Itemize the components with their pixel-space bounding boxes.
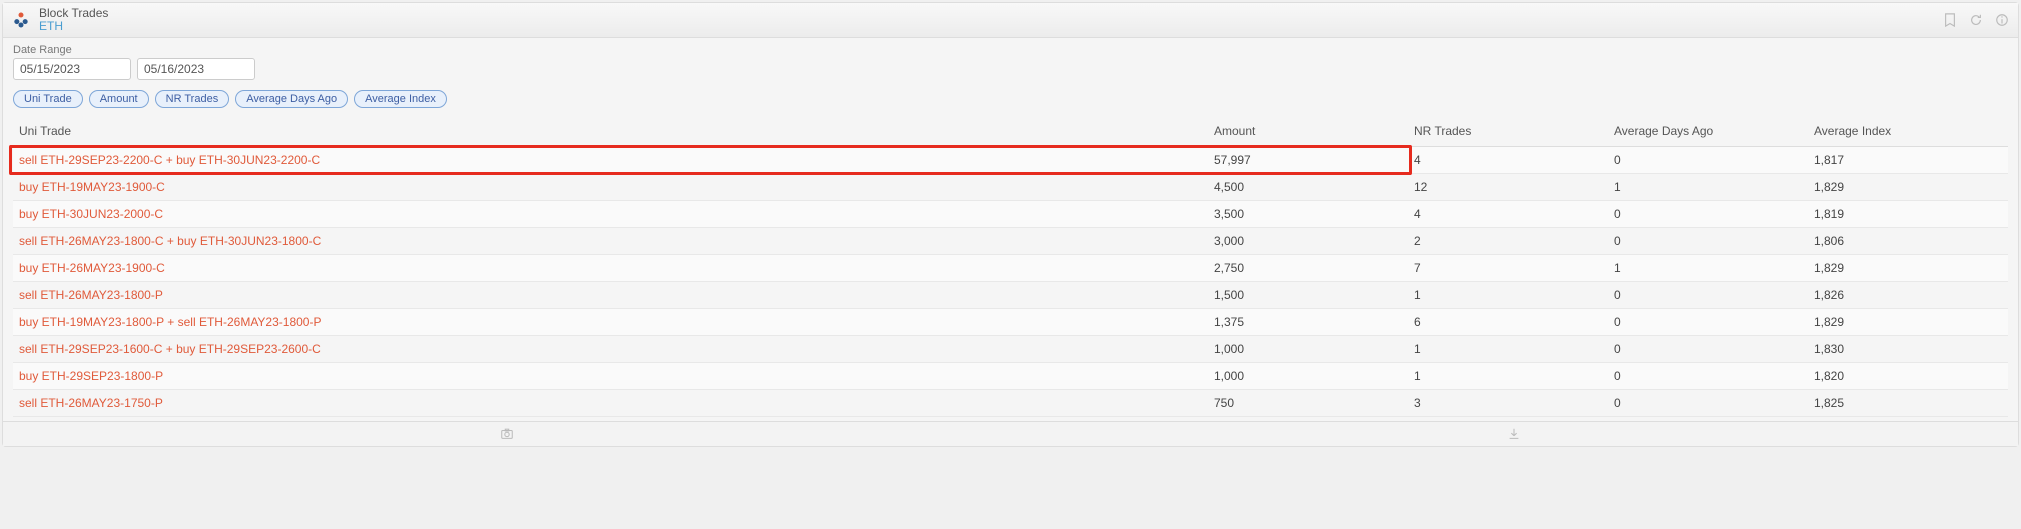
cell-nr: 1 <box>1408 282 1608 309</box>
cell-days: 0 <box>1608 390 1808 417</box>
date-to-input[interactable] <box>137 58 255 80</box>
cell-trade[interactable]: sell ETH-29SEP23-2200-C + buy ETH-30JUN2… <box>13 147 1208 174</box>
highlight-box <box>1206 145 1412 175</box>
cell-index: 1,829 <box>1808 174 2008 201</box>
cell-index: 1,806 <box>1808 228 2008 255</box>
cell-index: 1,829 <box>1808 255 2008 282</box>
col-header-trade[interactable]: Uni Trade <box>13 116 1208 147</box>
cell-nr: 12 <box>1408 174 1608 201</box>
table-row[interactable]: sell ETH-26MAY23-1800-C + buy ETH-30JUN2… <box>13 228 2008 255</box>
cell-index: 1,830 <box>1808 336 2008 363</box>
cell-nr: 3 <box>1408 390 1608 417</box>
cell-amount: 1,500 <box>1208 282 1408 309</box>
cell-trade[interactable]: buy ETH-30JUN23-2000-C <box>13 201 1208 228</box>
cell-trade[interactable]: sell ETH-26MAY23-1750-P <box>13 390 1208 417</box>
cell-days: 0 <box>1608 309 1808 336</box>
cell-amount: 1,000 <box>1208 363 1408 390</box>
date-range-label: Date Range <box>13 44 2008 56</box>
block-trades-panel: Block Trades ETH Date Range Uni Trade Am… <box>2 2 2019 447</box>
col-header-days[interactable]: Average Days Ago <box>1608 116 1808 147</box>
cell-amount: 3,000 <box>1208 228 1408 255</box>
cell-trade[interactable]: buy ETH-19MAY23-1800-P + sell ETH-26MAY2… <box>13 309 1208 336</box>
table-row[interactable]: sell ETH-26MAY23-1750-P750301,825 <box>13 390 2008 417</box>
panel-footer <box>3 421 2018 446</box>
cell-amount: 57,997 <box>1208 147 1408 174</box>
col-header-nr[interactable]: NR Trades <box>1408 116 1608 147</box>
cell-days: 1 <box>1608 174 1808 201</box>
cell-trade[interactable]: buy ETH-19MAY23-1900-C <box>13 174 1208 201</box>
table-row[interactable]: buy ETH-19MAY23-1900-C4,5001211,829 <box>13 174 2008 201</box>
cell-days: 0 <box>1608 336 1808 363</box>
table-row[interactable]: sell ETH-29SEP23-2200-C + buy ETH-30JUN2… <box>13 147 2008 174</box>
header-actions <box>1942 12 2010 28</box>
cell-amount: 2,750 <box>1208 255 1408 282</box>
highlight-box <box>9 145 1210 175</box>
table-row[interactable]: buy ETH-29SEP23-1800-P1,000101,820 <box>13 363 2008 390</box>
cell-days: 0 <box>1608 201 1808 228</box>
cell-nr: 6 <box>1408 309 1608 336</box>
cell-index: 1,819 <box>1808 201 2008 228</box>
filter-chips: Uni Trade Amount NR Trades Average Days … <box>3 84 2018 116</box>
table-row[interactable]: buy ETH-30JUN23-2000-C3,500401,819 <box>13 201 2008 228</box>
cell-days: 1 <box>1608 255 1808 282</box>
table-row[interactable]: buy ETH-19MAY23-1800-P + sell ETH-26MAY2… <box>13 309 2008 336</box>
cell-amount: 4,500 <box>1208 174 1408 201</box>
download-icon[interactable] <box>1506 426 1522 442</box>
trades-table-wrap: Uni Trade Amount NR Trades Average Days … <box>3 116 2018 421</box>
cell-index: 1,826 <box>1808 282 2008 309</box>
date-from-input[interactable] <box>13 58 131 80</box>
cell-trade[interactable]: buy ETH-26MAY23-1900-C <box>13 255 1208 282</box>
cell-amount: 1,000 <box>1208 336 1408 363</box>
refresh-icon[interactable] <box>1968 12 1984 28</box>
cell-amount: 1,375 <box>1208 309 1408 336</box>
table-row[interactable]: sell ETH-29SEP23-1600-C + buy ETH-29SEP2… <box>13 336 2008 363</box>
header-left: Block Trades ETH <box>11 7 108 33</box>
cell-days: 0 <box>1608 363 1808 390</box>
trades-table: Uni Trade Amount NR Trades Average Days … <box>13 116 2008 417</box>
chip-nr-trades[interactable]: NR Trades <box>155 90 230 108</box>
cell-trade[interactable]: sell ETH-26MAY23-1800-C + buy ETH-30JUN2… <box>13 228 1208 255</box>
info-icon[interactable] <box>1994 12 2010 28</box>
cell-nr: 1 <box>1408 336 1608 363</box>
panel-subtitle[interactable]: ETH <box>39 20 108 33</box>
cell-index: 1,825 <box>1808 390 2008 417</box>
cell-days: 0 <box>1608 228 1808 255</box>
cell-index: 1,829 <box>1808 309 2008 336</box>
cell-nr: 4 <box>1408 201 1608 228</box>
chip-amount[interactable]: Amount <box>89 90 149 108</box>
cell-amount: 3,500 <box>1208 201 1408 228</box>
cell-days: 0 <box>1608 147 1808 174</box>
cell-nr: 7 <box>1408 255 1608 282</box>
col-header-amount[interactable]: Amount <box>1208 116 1408 147</box>
table-row[interactable]: sell ETH-26MAY23-1800-P1,500101,826 <box>13 282 2008 309</box>
chip-avg-index[interactable]: Average Index <box>354 90 447 108</box>
col-header-index[interactable]: Average Index <box>1808 116 2008 147</box>
table-row[interactable]: buy ETH-26MAY23-1900-C2,750711,829 <box>13 255 2008 282</box>
cell-trade[interactable]: sell ETH-29SEP23-1600-C + buy ETH-29SEP2… <box>13 336 1208 363</box>
date-range-controls: Date Range <box>3 38 2018 84</box>
cell-nr: 4 <box>1408 147 1608 174</box>
cell-nr: 1 <box>1408 363 1608 390</box>
cell-trade[interactable]: sell ETH-26MAY23-1800-P <box>13 282 1208 309</box>
panel-header: Block Trades ETH <box>3 3 2018 38</box>
cell-amount: 750 <box>1208 390 1408 417</box>
app-logo-icon <box>11 10 31 30</box>
bookmark-icon[interactable] <box>1942 12 1958 28</box>
cell-index: 1,820 <box>1808 363 2008 390</box>
cell-index: 1,817 <box>1808 147 2008 174</box>
camera-icon[interactable] <box>499 426 515 442</box>
cell-nr: 2 <box>1408 228 1608 255</box>
chip-uni-trade[interactable]: Uni Trade <box>13 90 83 108</box>
table-header-row: Uni Trade Amount NR Trades Average Days … <box>13 116 2008 147</box>
chip-avg-days[interactable]: Average Days Ago <box>235 90 348 108</box>
cell-trade[interactable]: buy ETH-29SEP23-1800-P <box>13 363 1208 390</box>
cell-days: 0 <box>1608 282 1808 309</box>
